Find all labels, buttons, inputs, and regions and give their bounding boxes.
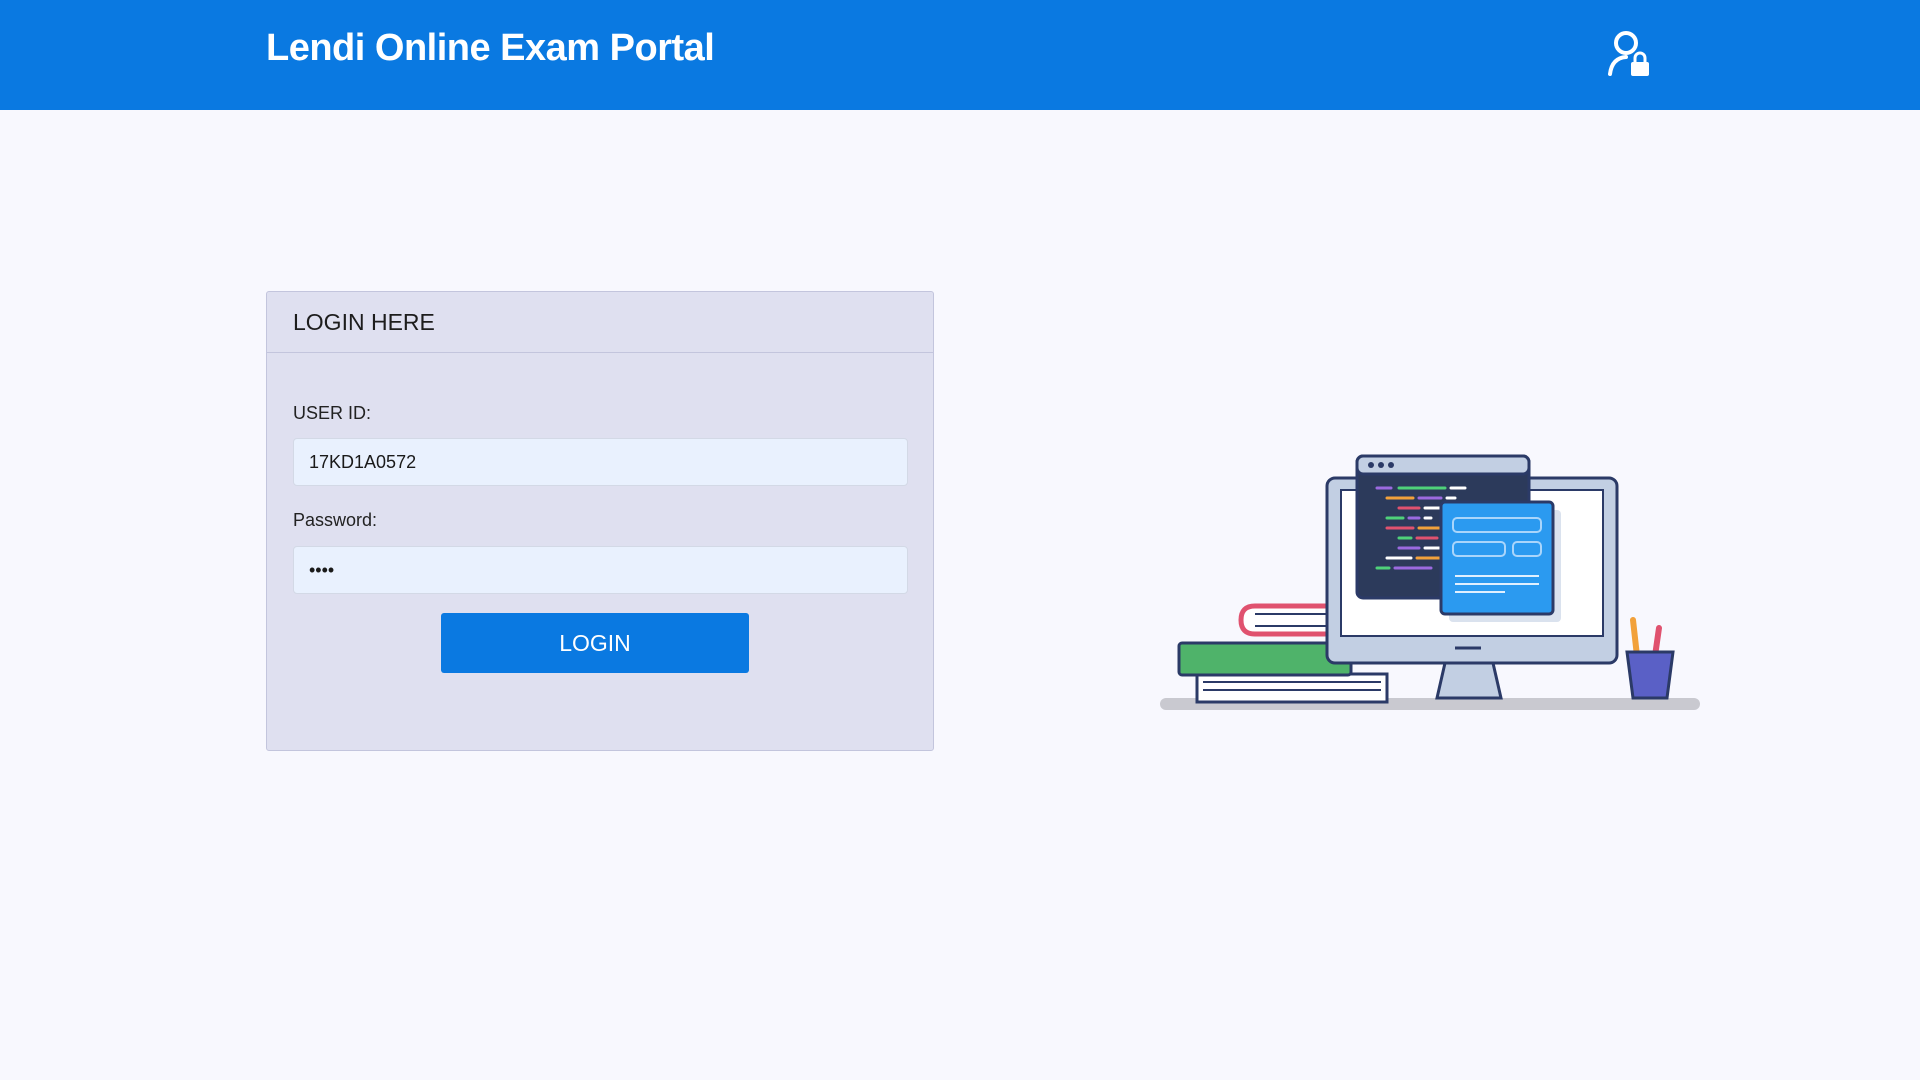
top-header: Lendi Online Exam Portal xyxy=(0,0,1920,110)
portal-title: Lendi Online Exam Portal xyxy=(266,27,715,69)
login-card-title: LOGIN HERE xyxy=(293,308,435,335)
login-card-header: LOGIN HERE xyxy=(267,292,933,353)
book-red xyxy=(1238,603,1338,637)
monitor-stand xyxy=(1435,661,1503,700)
pencil-cup xyxy=(1625,650,1675,700)
password-label: Password: xyxy=(293,510,378,530)
computer-desk-illustration xyxy=(1160,454,1700,710)
user-lock-icon[interactable] xyxy=(1606,28,1654,80)
password-input[interactable] xyxy=(293,546,908,594)
user-id-label: USER ID: xyxy=(293,403,372,423)
login-button[interactable]: LOGIN xyxy=(441,613,749,673)
login-card: LOGIN HERE USER ID: Password: LOGIN xyxy=(266,291,934,751)
book-green xyxy=(1177,641,1353,677)
user-id-input[interactable] xyxy=(293,438,908,486)
book-bottom xyxy=(1195,672,1389,704)
